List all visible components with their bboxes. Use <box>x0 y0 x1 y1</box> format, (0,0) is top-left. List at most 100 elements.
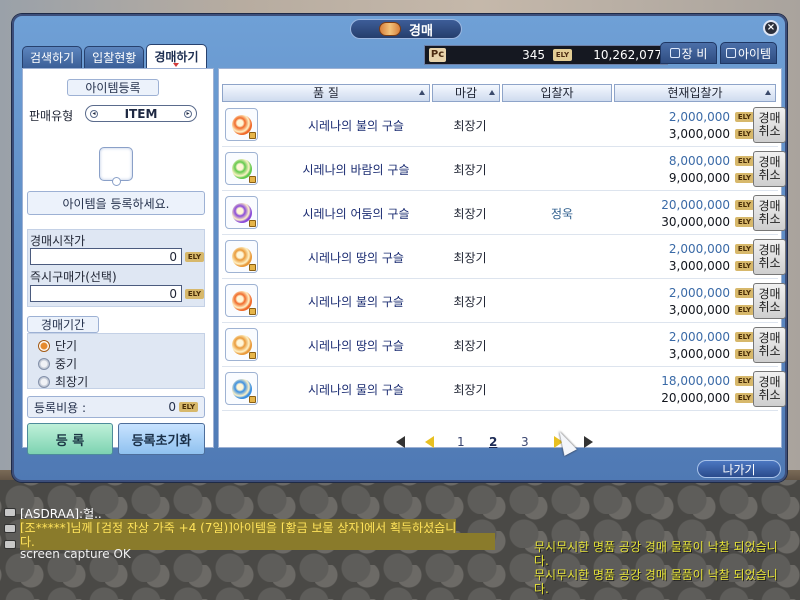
table-row[interactable]: 시레나의 어둠의 구슬 최장기 정욱 20,000,000 30,000,000… <box>222 193 786 235</box>
period-medium[interactable]: 중기 <box>38 355 77 372</box>
buyout-ely-icon: ELY <box>735 129 754 139</box>
reset-button[interactable]: 등록초기화 <box>118 423 205 455</box>
item-name: 시레나의 불의 구슬 <box>308 295 404 309</box>
chat-scroll-bottom-icon[interactable] <box>4 540 16 549</box>
item-deadline: 최장기 <box>453 339 487 353</box>
item-name: 시레나의 땅의 구슬 <box>308 251 404 265</box>
cancel-auction-button[interactable]: 경매 취소 <box>753 239 786 275</box>
tab-sell[interactable]: 경매하기 <box>146 44 207 68</box>
prev-page-button[interactable] <box>423 435 437 449</box>
sale-type-select[interactable]: ◂ ITEM ▸ <box>85 105 197 122</box>
sale-type-value: ITEM <box>124 106 158 121</box>
current-bid: 2,000,000 <box>668 330 730 344</box>
register-button[interactable]: 등 록 <box>27 423 113 455</box>
start-price-ely-icon: ELY <box>185 252 204 262</box>
tab-equipment[interactable]: 장 비 <box>660 42 717 64</box>
pc-currency-icon: Pc <box>429 48 446 62</box>
arrow-right-icon[interactable]: ▸ <box>183 109 192 118</box>
buyout-price: 20,000,000 <box>661 391 730 405</box>
item-name: 시레나의 땅의 구슬 <box>308 339 404 353</box>
page-1[interactable]: 1 <box>457 435 465 449</box>
current-bid-ely-icon: ELY <box>735 156 754 166</box>
item-slot[interactable] <box>99 147 133 186</box>
buyout-ely-icon: ELY <box>735 173 754 183</box>
current-bid-ely-icon: ELY <box>735 376 754 386</box>
chat-scroll-down-icon[interactable] <box>4 524 16 533</box>
period-header: 경매기간 <box>27 316 99 333</box>
auction-hammer-icon <box>379 22 402 36</box>
chat-line-4: screen capture OK <box>20 547 131 561</box>
buyout-ely-icon: ELY <box>735 261 754 271</box>
cancel-auction-button[interactable]: 경매 취소 <box>753 107 786 143</box>
window-title-bar[interactable]: 경매 <box>350 19 462 39</box>
auction-tabs: 검색하기 입찰현황 경매하기 <box>22 44 207 68</box>
exit-button[interactable]: 나가기 <box>697 460 781 478</box>
tab-item[interactable]: 아이템 <box>720 42 777 64</box>
period-long-label: 최장기 <box>55 375 89 389</box>
cancel-auction-button[interactable]: 경매 취소 <box>753 195 786 231</box>
item-deadline: 최장기 <box>453 119 487 133</box>
tab-search[interactable]: 검색하기 <box>22 46 83 68</box>
sort-icon <box>419 90 425 95</box>
chat-scroll-up-icon[interactable] <box>4 508 16 517</box>
item-bidder: 정욱 <box>550 207 574 221</box>
price-box: 경매시작가 0 ELY 즉시구매가(선택) 0 ELY <box>27 229 205 307</box>
equipment-icon <box>669 48 680 58</box>
table-row[interactable]: 시레나의 불의 구슬 최장기 2,000,000 3,000,000 ELY E… <box>222 105 786 147</box>
table-row[interactable]: 시레나의 물의 구슬 최장기 18,000,000 20,000,000 ELY… <box>222 369 786 411</box>
lock-icon <box>249 396 256 403</box>
item-icon[interactable] <box>225 372 258 405</box>
system-notice-2: 무시무시한 명품 공강 경매 물품이 낙찰 되었습니다. <box>534 568 778 596</box>
column-quality[interactable]: 품 질 <box>222 84 430 102</box>
arrow-left-icon[interactable]: ◂ <box>90 109 98 118</box>
buyout-price: 3,000,000 <box>668 347 730 361</box>
cancel-auction-button[interactable]: 경매 취소 <box>753 283 786 319</box>
item-icon[interactable] <box>225 196 258 229</box>
current-bid-ely-icon: ELY <box>735 332 754 342</box>
period-medium-label: 중기 <box>55 357 78 371</box>
radio-medium[interactable] <box>38 357 50 370</box>
item-icon[interactable] <box>225 152 258 185</box>
column-current-bid[interactable]: 현재입찰가 <box>614 84 776 102</box>
item-icon[interactable] <box>225 240 258 273</box>
cancel-auction-button[interactable]: 경매 취소 <box>753 151 786 187</box>
item-name: 시레나의 바람의 구슬 <box>302 163 410 177</box>
column-bidder[interactable]: 입찰자 <box>502 84 612 102</box>
radio-short[interactable] <box>38 339 50 352</box>
item-icon[interactable] <box>225 108 258 141</box>
column-bidder-label: 입찰자 <box>540 86 574 100</box>
last-page-button[interactable] <box>581 435 595 449</box>
item-icon[interactable] <box>225 328 258 361</box>
table-row[interactable]: 시레나의 불의 구슬 최장기 2,000,000 3,000,000 ELY E… <box>222 281 786 323</box>
buyout-ely-icon: ELY <box>185 289 204 299</box>
current-bid: 2,000,000 <box>668 286 730 300</box>
slot-hint: 아이템을 등록하세요. <box>27 191 205 215</box>
page-3[interactable]: 3 <box>521 435 529 449</box>
item-name: 시레나의 어둠의 구슬 <box>302 207 410 221</box>
table-row[interactable]: 시레나의 땅의 구슬 최장기 2,000,000 3,000,000 ELY E… <box>222 237 786 279</box>
cancel-auction-button[interactable]: 경매 취소 <box>753 327 786 363</box>
page-2[interactable]: 2 <box>489 435 497 449</box>
chat-text-4: screen capture OK <box>20 547 131 561</box>
period-short[interactable]: 단기 <box>38 337 77 354</box>
period-long[interactable]: 최장기 <box>38 373 88 390</box>
register-panel: 아이템등록 판매유형 ◂ ITEM ▸ 아이템을 등록하세요. 경매시작가 0 … <box>22 68 214 455</box>
radio-long[interactable] <box>38 375 50 388</box>
buyout-input[interactable]: 0 <box>30 285 182 302</box>
item-deadline: 최장기 <box>453 383 487 397</box>
current-bid-ely-icon: ELY <box>735 244 754 254</box>
table-row[interactable]: 시레나의 땅의 구슬 최장기 2,000,000 3,000,000 ELY E… <box>222 325 786 367</box>
start-price-input[interactable]: 0 <box>30 248 182 265</box>
column-quality-label: 품 질 <box>313 86 339 100</box>
prev-page-icon <box>425 436 434 448</box>
current-bid-ely-icon: ELY <box>735 200 754 210</box>
table-row[interactable]: 시레나의 바람의 구슬 최장기 8,000,000 9,000,000 ELY … <box>222 149 786 191</box>
tab-bid-status[interactable]: 입찰현황 <box>84 46 145 68</box>
cancel-auction-button[interactable]: 경매 취소 <box>753 371 786 407</box>
fee-label: 등록비용 : <box>34 400 87 415</box>
first-page-button[interactable] <box>395 435 409 449</box>
item-name: 시레나의 물의 구슬 <box>308 383 404 397</box>
item-icon[interactable] <box>225 284 258 317</box>
close-button[interactable]: × <box>763 20 779 36</box>
column-deadline[interactable]: 마감 <box>432 84 500 102</box>
